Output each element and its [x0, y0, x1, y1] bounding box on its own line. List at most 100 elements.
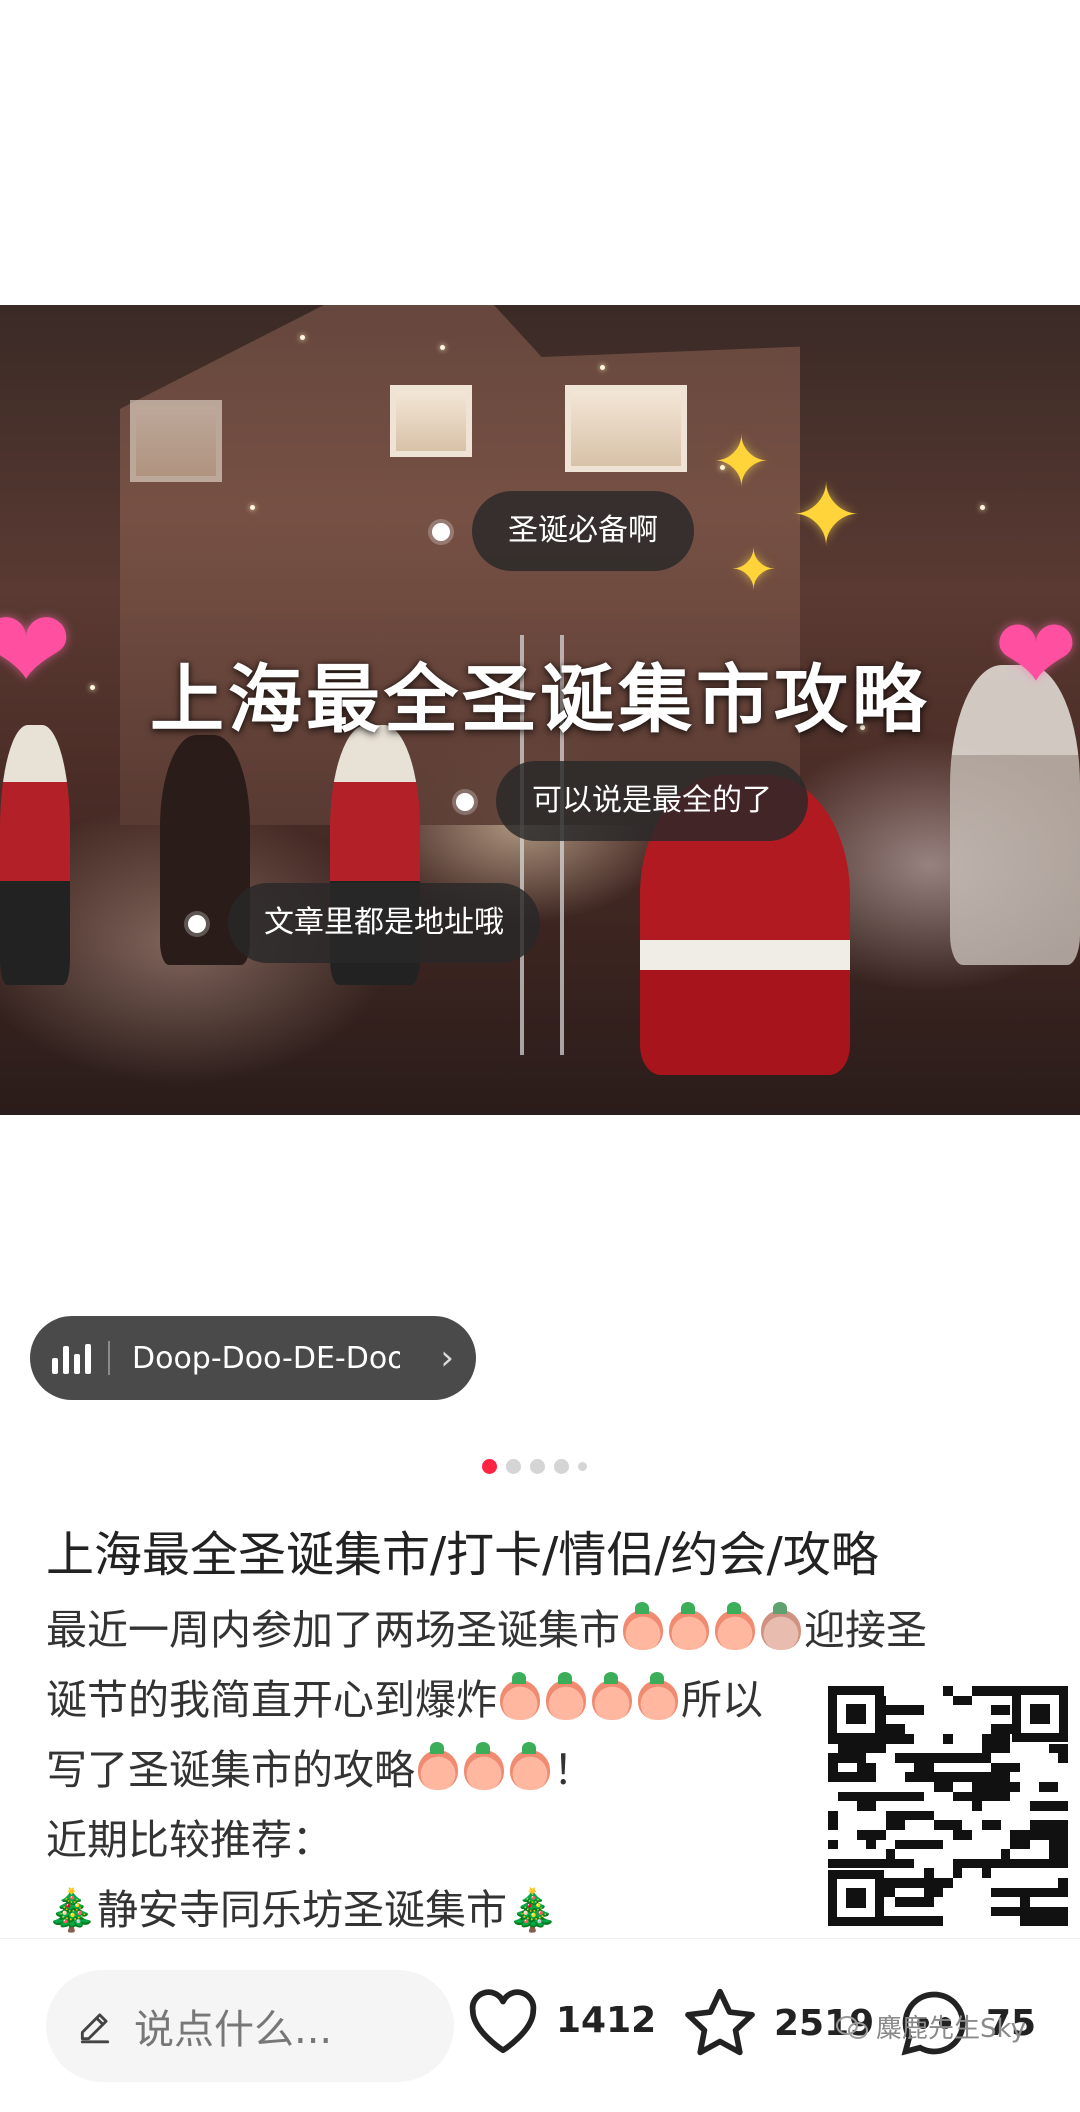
tag-anchor-dot	[188, 915, 206, 933]
peach-emoji-icon	[638, 1672, 678, 1720]
qr-module	[876, 1753, 886, 1763]
comment-input[interactable]: 说点什么...	[46, 1970, 454, 2082]
qr-module	[847, 1839, 857, 1850]
qr-module	[885, 1695, 896, 1706]
qr-module	[1020, 1781, 1030, 1792]
qr-module	[972, 1733, 982, 1744]
qr-module	[1020, 1858, 1030, 1869]
qr-module	[914, 1762, 924, 1773]
post-image[interactable]: 上海最全圣诞集市攻略 圣诞必备啊 可以说是最全的了 文章里都是地址哦 ✦ ✦ ✦…	[0, 305, 1080, 1115]
qr-module	[856, 1772, 867, 1782]
qr-module	[847, 1820, 857, 1830]
qr-module	[1020, 1743, 1030, 1754]
qr-module	[876, 1781, 886, 1792]
carousel-indicator	[482, 1459, 587, 1474]
qr-module	[943, 1791, 953, 1802]
like-count: 1412	[556, 1999, 657, 2041]
qr-module	[1048, 1877, 1059, 1888]
qr-module	[1039, 1868, 1049, 1878]
qr-module	[828, 1849, 838, 1859]
qr-module	[1000, 1829, 1011, 1840]
christmas-tree-icon: 🎄	[46, 1886, 98, 1934]
music-track-title: Doop-Doo-DE-Doo	[132, 1340, 400, 1376]
tag-anchor-dot	[456, 793, 474, 811]
qr-module	[885, 1906, 896, 1917]
qr-module	[1000, 1906, 1011, 1917]
qr-module	[904, 1868, 915, 1878]
qr-module	[847, 1791, 857, 1802]
pencil-icon	[80, 2013, 110, 2044]
qr-module	[914, 1695, 924, 1706]
image-tag[interactable]: 可以说是最全的了	[496, 761, 808, 841]
qr-module	[972, 1724, 982, 1734]
qr-module	[1010, 1897, 1020, 1907]
qr-module	[828, 1858, 838, 1869]
qr-module	[1048, 1829, 1059, 1840]
qr-module	[885, 1801, 896, 1811]
qr-module	[1048, 1839, 1059, 1850]
qr-module	[1039, 1753, 1049, 1763]
qr-module	[924, 1772, 934, 1782]
qr-module	[991, 1714, 1001, 1725]
qr-module	[837, 1781, 848, 1792]
qr-module	[991, 1858, 1001, 1869]
qr-module	[904, 1686, 915, 1696]
peach-emoji-icon	[715, 1602, 755, 1650]
qr-module	[876, 1858, 886, 1869]
qr-module	[1048, 1791, 1059, 1802]
qr-module	[1020, 1839, 1030, 1850]
qr-module	[991, 1743, 1001, 1754]
qr-module	[933, 1829, 944, 1840]
qr-module	[856, 1839, 867, 1850]
carousel-dot[interactable]	[578, 1462, 587, 1471]
qr-module	[962, 1877, 972, 1888]
qr-module	[914, 1897, 924, 1907]
peach-emoji-icon	[500, 1672, 540, 1720]
qr-module	[962, 1753, 972, 1763]
qr-module	[876, 1762, 886, 1773]
qr-module	[1058, 1753, 1068, 1763]
qr-module	[895, 1897, 905, 1907]
qr-module	[1058, 1897, 1068, 1907]
carousel-dot[interactable]	[530, 1459, 545, 1474]
qr-module	[991, 1829, 1001, 1840]
light	[980, 505, 985, 510]
qr-module	[876, 1772, 886, 1782]
qr-module	[1058, 1810, 1068, 1821]
qr-module	[962, 1762, 972, 1773]
image-tag[interactable]: 圣诞必备啊	[472, 491, 694, 571]
qr-module	[952, 1877, 963, 1888]
qr-code[interactable]	[822, 1680, 1074, 1932]
qr-module	[991, 1686, 1001, 1696]
qr-module	[1029, 1849, 1040, 1859]
qr-module	[1010, 1829, 1020, 1840]
qr-module	[972, 1858, 982, 1869]
carousel-dot-active[interactable]	[482, 1459, 497, 1474]
qr-module	[876, 1743, 886, 1754]
music-track-pill[interactable]: Doop-Doo-DE-Doo ›	[30, 1316, 476, 1400]
qr-module	[952, 1743, 963, 1754]
qr-module	[1048, 1753, 1059, 1763]
like-button[interactable]: 1412	[464, 1985, 656, 2055]
qr-module	[904, 1810, 915, 1821]
qr-module	[991, 1772, 1001, 1782]
qr-module	[933, 1714, 944, 1725]
post-line: 最近一周内参加了两场圣诞集市 迎接圣	[46, 1595, 1046, 1665]
carousel-dot[interactable]	[554, 1459, 569, 1474]
carousel-dot[interactable]	[506, 1459, 521, 1474]
qr-module	[847, 1781, 857, 1792]
qr-module	[866, 1829, 876, 1840]
qr-module	[924, 1810, 934, 1821]
qr-module	[943, 1839, 953, 1850]
qr-module	[972, 1906, 982, 1917]
qr-module	[972, 1705, 982, 1715]
qr-module	[981, 1743, 992, 1754]
qr-module	[991, 1781, 1001, 1792]
qr-module	[895, 1781, 905, 1792]
qr-module	[1039, 1801, 1049, 1811]
qr-module	[914, 1839, 924, 1850]
qr-module	[972, 1887, 982, 1898]
image-tag[interactable]: 文章里都是地址哦	[228, 883, 540, 963]
qr-module	[1010, 1762, 1020, 1773]
qr-module	[904, 1820, 915, 1830]
